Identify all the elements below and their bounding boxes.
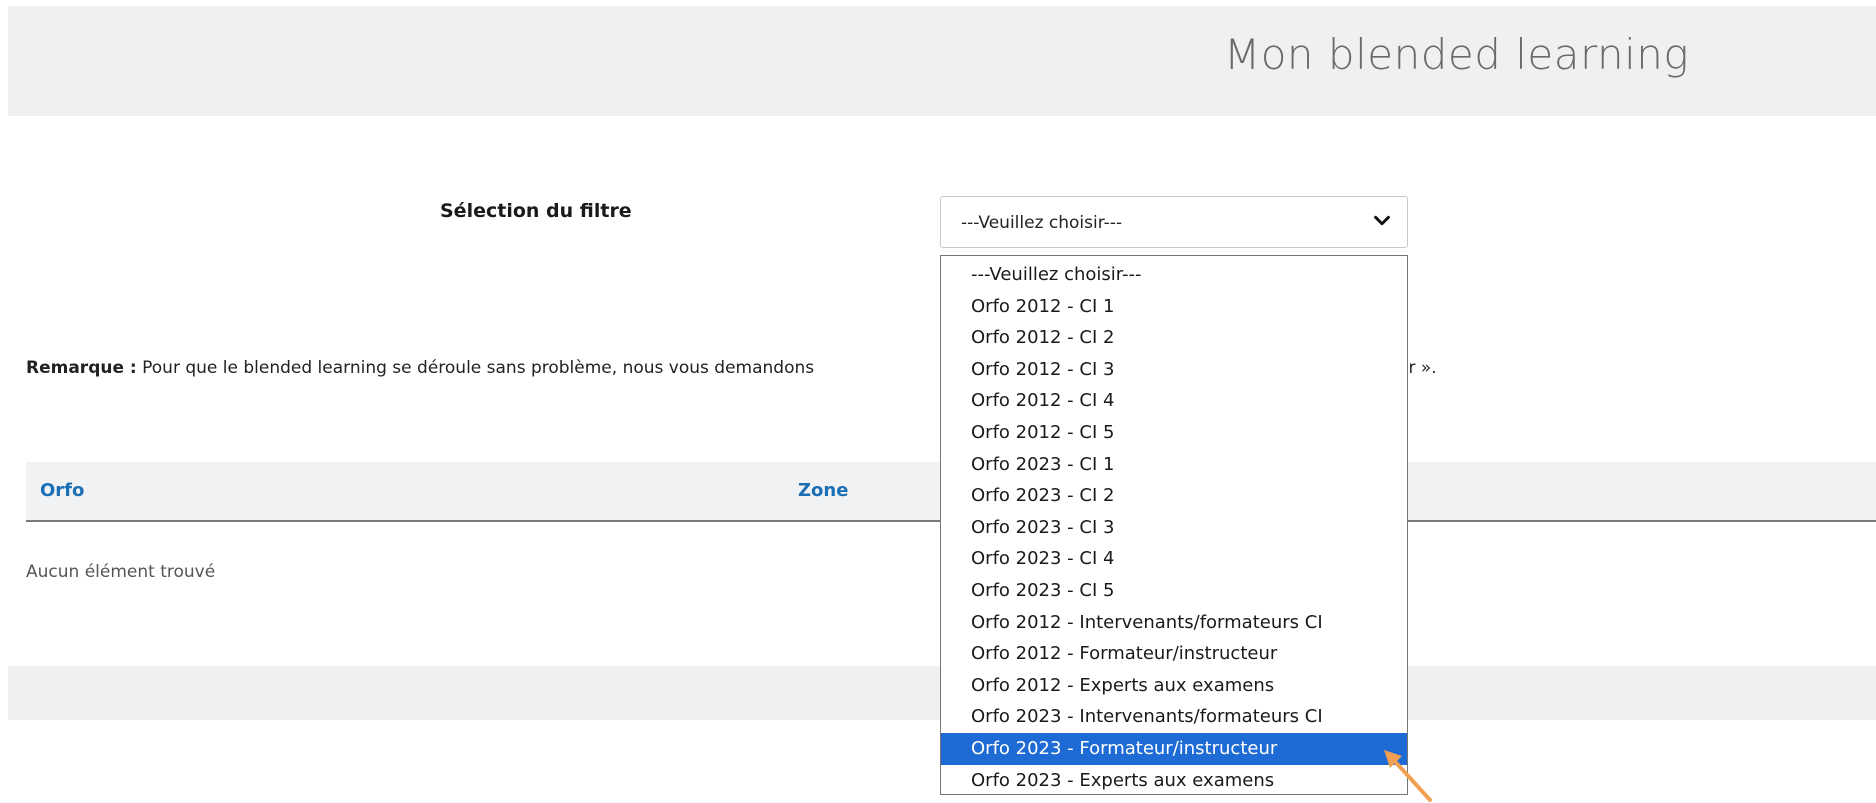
filter-option[interactable]: ---Veuillez choisir---	[941, 259, 1407, 291]
column-header-zone[interactable]: Zone	[798, 480, 848, 501]
filter-option[interactable]: Orfo 2023 - CI 5	[941, 575, 1407, 607]
chevron-down-icon	[1374, 215, 1390, 226]
filter-option[interactable]: Orfo 2012 - CI 4	[941, 385, 1407, 417]
remark-body: Pour que le blended learning se déroule …	[142, 358, 815, 378]
filter-option[interactable]: Orfo 2012 - CI 3	[941, 354, 1407, 386]
filter-option[interactable]: Orfo 2012 - Intervenants/formateurs CI	[941, 607, 1407, 639]
filter-option[interactable]: Orfo 2023 - Intervenants/formateurs CI	[941, 701, 1407, 733]
filter-label: Sélection du filtre	[440, 200, 632, 222]
filter-option[interactable]: Orfo 2023 - CI 3	[941, 512, 1407, 544]
remark-label: Remarque :	[26, 358, 137, 378]
annotation-arrow-icon	[1384, 750, 1432, 802]
filter-option[interactable]: Orfo 2012 - Experts aux examens	[941, 670, 1407, 702]
empty-table-message: Aucun élément trouvé	[26, 562, 216, 582]
filter-option[interactable]: Orfo 2023 - CI 1	[941, 449, 1407, 481]
filter-option[interactable]: Orfo 2023 - CI 4	[941, 543, 1407, 575]
filter-option[interactable]: Orfo 2012 - CI 1	[941, 291, 1407, 323]
page-title: Mon blended learning	[1224, 30, 1690, 79]
filter-option[interactable]: Orfo 2012 - CI 2	[941, 322, 1407, 354]
filter-option[interactable]: Orfo 2023 - Experts aux examens	[941, 765, 1407, 797]
filter-select[interactable]: ---Veuillez choisir---	[940, 196, 1408, 248]
page: Mon blended learning Sélection du filtre…	[0, 0, 1876, 803]
filter-dropdown-list[interactable]: ---Veuillez choisir--- Orfo 2012 - CI 1 Or…	[940, 255, 1408, 795]
filter-option[interactable]: Orfo 2012 - Formateur/instructeur	[941, 638, 1407, 670]
filter-option[interactable]: Orfo 2012 - CI 5	[941, 417, 1407, 449]
column-header-orfo[interactable]: Orfo	[40, 480, 84, 501]
filter-option[interactable]: Orfo 2023 - Formateur/instructeur	[941, 732, 1407, 765]
remark-text: Remarque : Pour que le blended learning …	[26, 358, 814, 378]
filter-option[interactable]: Orfo 2023 - CI 2	[941, 480, 1407, 512]
filter-select-value: ---Veuillez choisir---	[961, 213, 1123, 233]
